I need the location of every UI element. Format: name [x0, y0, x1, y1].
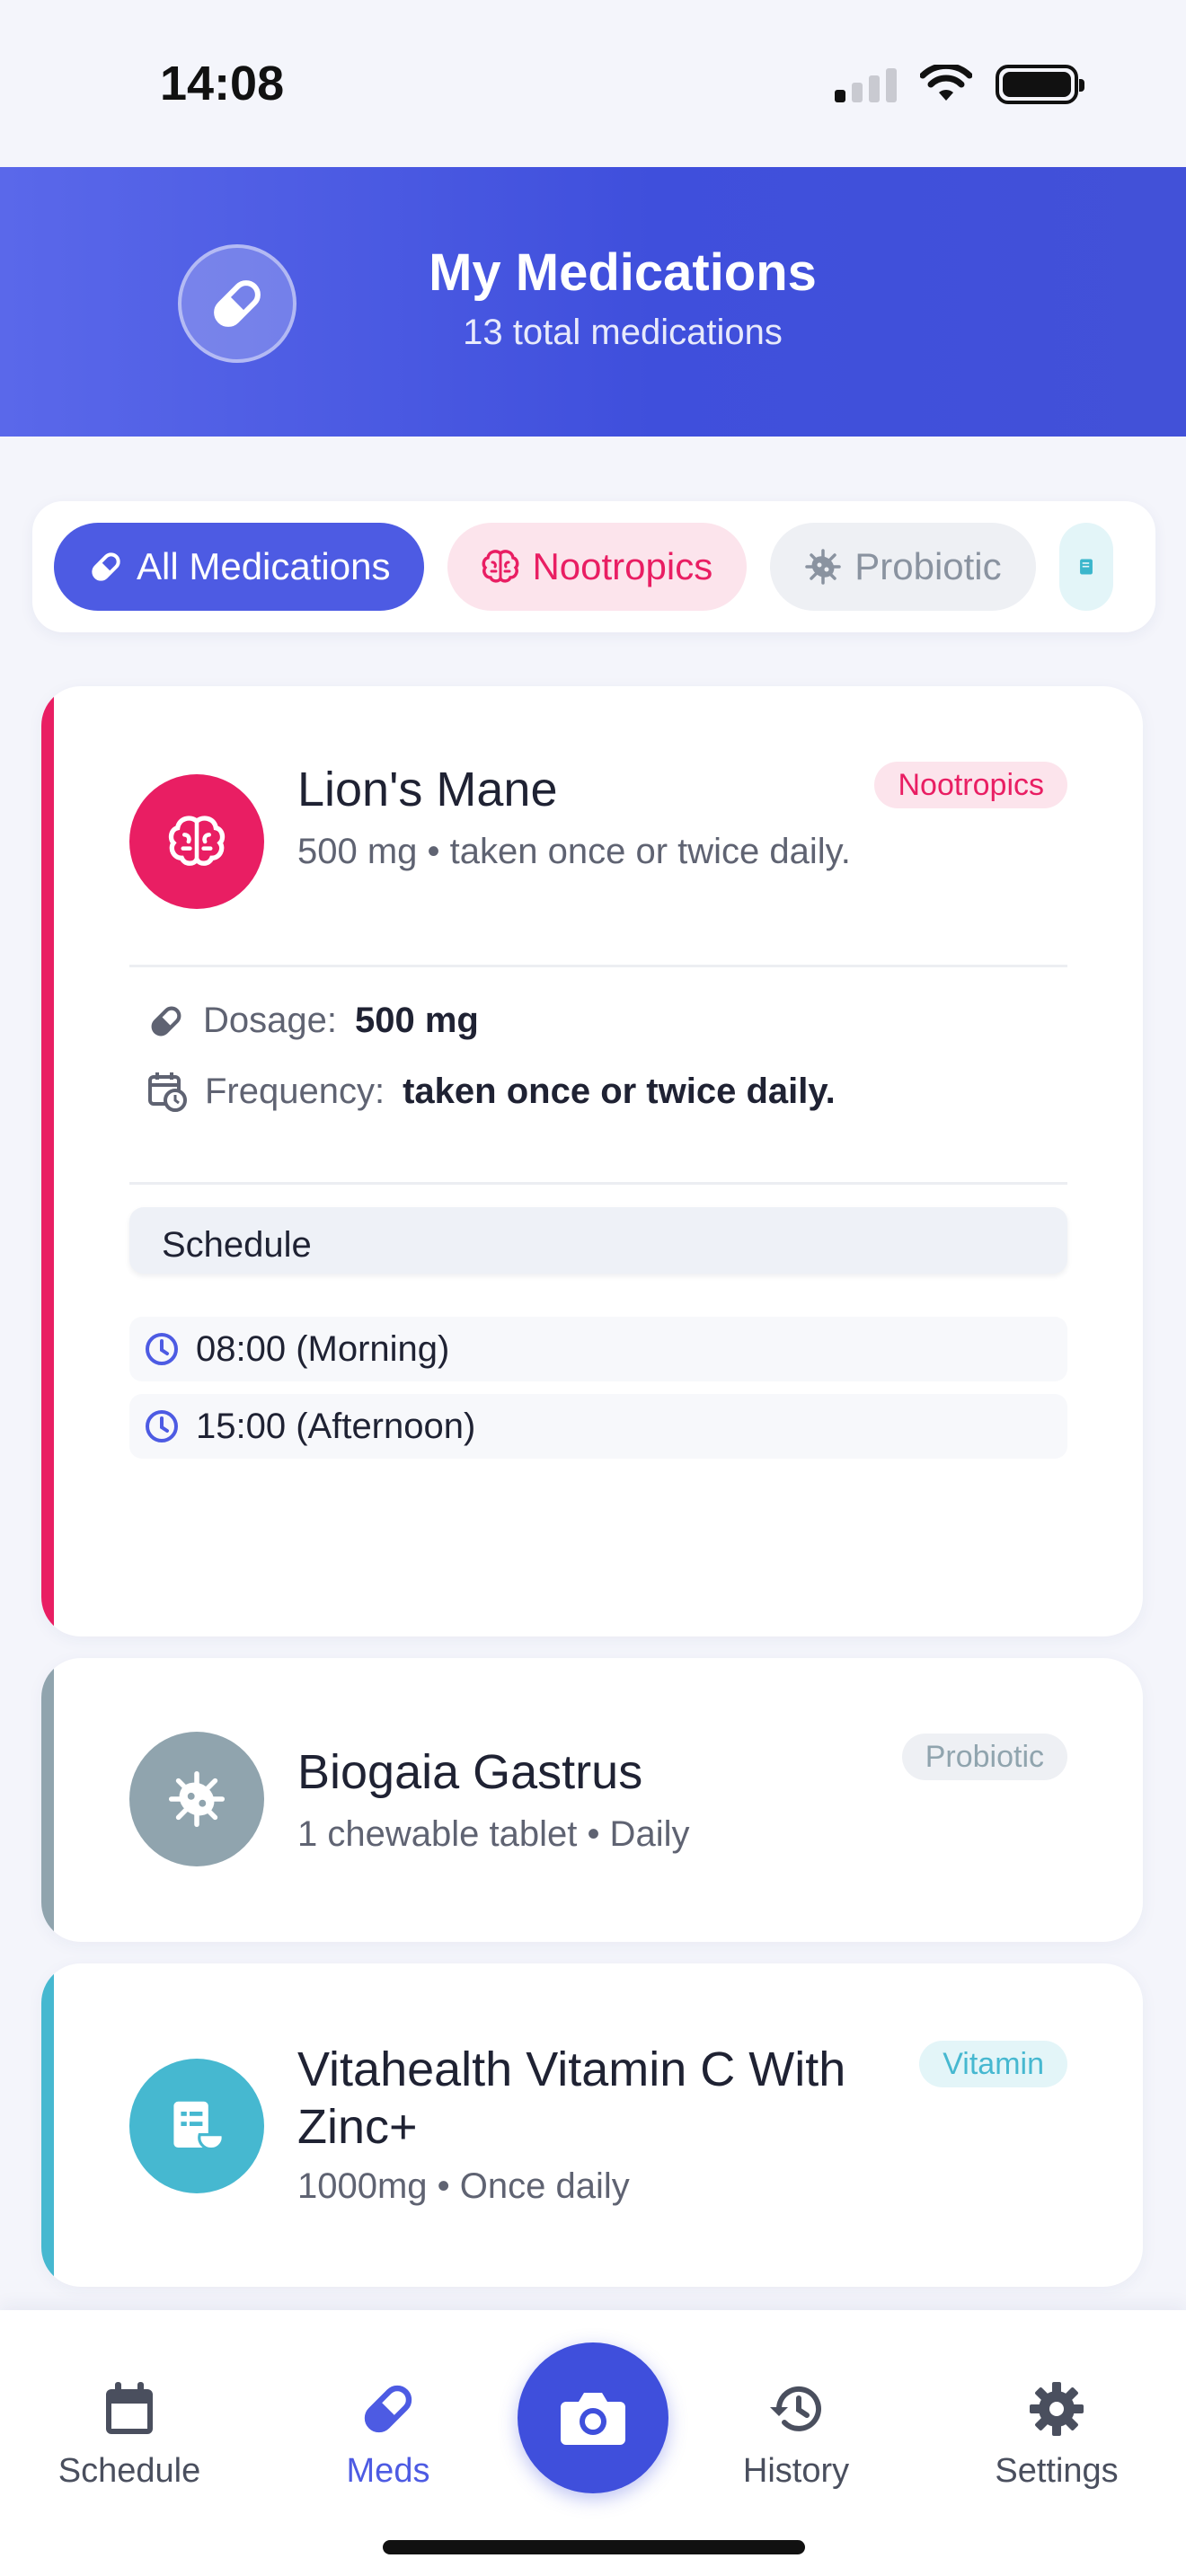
brain-icon: [129, 774, 264, 909]
schedule-time-row: 08:00 (Morning): [129, 1317, 1067, 1381]
calendar-clock-icon: [148, 1072, 187, 1112]
category-accent-bar: [41, 1658, 54, 1942]
frequency-row: Frequency: taken once or twice daily.: [147, 1071, 836, 1112]
status-time: 14:08: [160, 57, 285, 110]
schedule-time: 15:00 (Afternoon): [196, 1406, 476, 1446]
category-badge: Probiotic: [901, 1734, 1067, 1780]
pill-icon: [151, 1006, 181, 1036]
history-icon: [770, 2386, 821, 2431]
medication-card[interactable]: Biogaia Gastrus 1 chewable tablet • Dail…: [41, 1658, 1143, 1942]
category-filter-bar: All Medications Nootropics Probiotic: [32, 501, 1155, 632]
dosage-row: Dosage: 500 mg: [147, 1001, 479, 1041]
filter-chip-label: Probiotic: [854, 545, 1002, 587]
bottom-navigation: Schedule Meds History Settings: [0, 2310, 1186, 2576]
divider: [129, 965, 1067, 967]
nav-label: History: [742, 2452, 850, 2490]
gear-icon: [1030, 2382, 1084, 2436]
bacteria-icon: [805, 549, 841, 585]
filter-chip-vitamin[interactable]: [1058, 523, 1113, 611]
clock-icon: [146, 1333, 178, 1365]
page-title: My Medications: [429, 243, 817, 302]
schedule-header[interactable]: Schedule: [129, 1207, 1067, 1274]
vitamin-icon: [129, 2059, 264, 2193]
frequency-label: Frequency:: [205, 1071, 385, 1111]
pill-icon: [92, 552, 120, 581]
category-accent-bar: [41, 1963, 54, 2287]
nav-settings[interactable]: Settings: [958, 2373, 1155, 2491]
filter-chip-label: All Medications: [137, 545, 391, 587]
medication-card[interactable]: Lion's Mane 500 mg • taken once or twice…: [41, 686, 1143, 1636]
nav-schedule[interactable]: Schedule: [31, 2373, 228, 2491]
cellular-signal-icon: [835, 66, 897, 102]
clock-icon: [146, 1410, 178, 1442]
battery-icon: [996, 65, 1084, 104]
medication-name: Biogaia Gastrus: [297, 1745, 643, 1799]
category-badge: Nootropics: [874, 762, 1067, 808]
dosage-label: Dosage:: [203, 1001, 337, 1040]
camera-button[interactable]: [518, 2342, 668, 2493]
schedule-time-row: 15:00 (Afternoon): [129, 1394, 1067, 1459]
bacteria-icon: [129, 1732, 264, 1866]
wifi-icon: [920, 65, 972, 101]
medication-name: Lion's Mane: [297, 763, 558, 816]
medication-name: Vitahealth Vitamin C With Zinc+: [297, 2042, 846, 2154]
status-icons: [835, 65, 1084, 104]
camera-icon: [561, 2393, 625, 2445]
medication-summary: 500 mg • taken once or twice daily.: [297, 832, 851, 871]
category-accent-bar: [41, 686, 54, 1636]
nav-label: Settings: [995, 2452, 1119, 2490]
page-subtitle: 13 total medications: [463, 313, 783, 352]
filter-chip-probiotic[interactable]: Probiotic: [770, 523, 1036, 611]
nav-history[interactable]: History: [697, 2373, 895, 2491]
pill-icon: [364, 2385, 412, 2433]
schedule-time: 08:00 (Morning): [196, 1328, 450, 1369]
header: My Medications 13 total medications: [0, 167, 1186, 437]
nav-label: Meds: [346, 2452, 430, 2490]
dosage-value: 500 mg: [354, 1001, 479, 1040]
home-indicator[interactable]: [383, 2540, 805, 2554]
category-badge: Vitamin: [919, 2041, 1067, 2087]
brain-icon: [482, 550, 519, 583]
filter-chip-all[interactable]: All Medications: [54, 523, 425, 611]
nav-meds[interactable]: Meds: [289, 2373, 487, 2491]
nav-label: Schedule: [58, 2452, 201, 2490]
frequency-value: taken once or twice daily.: [403, 1071, 836, 1111]
medication-card[interactable]: Vitahealth Vitamin C With Zinc+ 1000mg •…: [41, 1963, 1143, 2287]
status-bar: 14:08: [0, 0, 1186, 167]
filter-chip-nootropics[interactable]: Nootropics: [447, 523, 748, 611]
medication-summary: 1000mg • Once daily: [297, 2166, 630, 2206]
divider: [129, 1182, 1067, 1185]
filter-chip-label: Nootropics: [532, 545, 713, 587]
medication-summary: 1 chewable tablet • Daily: [297, 1814, 690, 1854]
calendar-icon: [106, 2382, 153, 2434]
vitamin-icon: [1079, 559, 1093, 575]
